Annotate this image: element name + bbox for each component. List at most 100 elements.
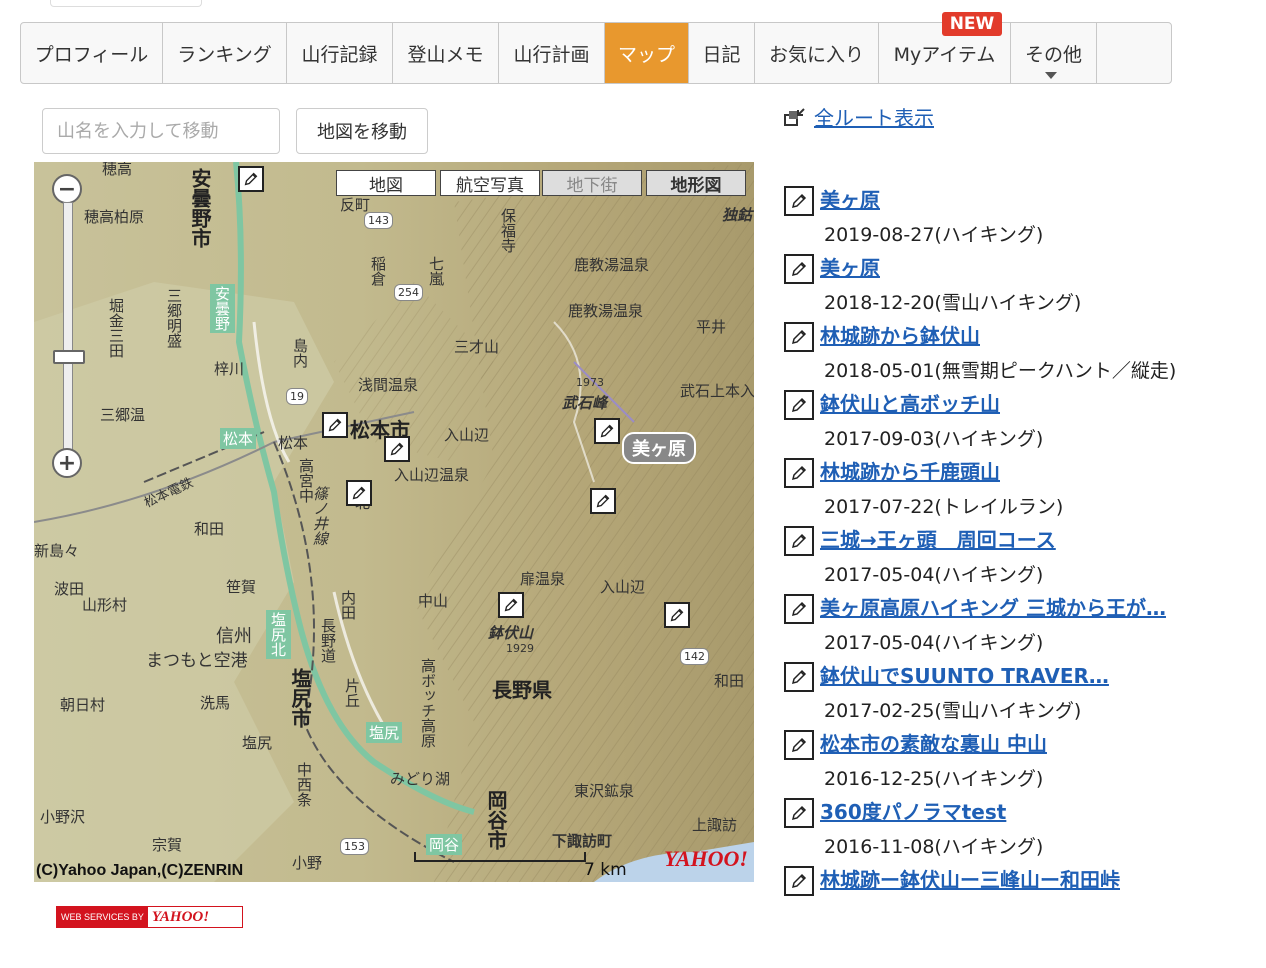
map-scale-bar: [414, 852, 586, 862]
map-label: 塩尻: [242, 734, 273, 752]
map-label: 中山: [418, 592, 449, 610]
all-routes-label: 全ルート表示: [814, 106, 934, 130]
record-title-link[interactable]: 鉢伏山でSUUNTO TRAVER…: [820, 660, 1109, 689]
record-title-link[interactable]: 美ヶ原高原ハイキング 三城から王が…: [820, 592, 1166, 621]
map-label: 保福寺: [499, 208, 517, 253]
map-label: 和田: [714, 672, 745, 690]
maptype-aerial-button[interactable]: 航空写真: [440, 170, 540, 196]
pencil-icon: [784, 186, 814, 216]
record-pin[interactable]: [384, 436, 410, 462]
map-label: 東沢鉱泉: [574, 782, 635, 800]
pencil-icon: [784, 798, 814, 828]
record-item: 360度パノラマtest 2016-11-08(ハイキング): [784, 796, 1244, 864]
move-map-button[interactable]: 地図を移動: [296, 108, 428, 154]
record-pin[interactable]: [322, 412, 348, 438]
route-shield: 143: [364, 212, 393, 229]
all-routes-link[interactable]: 全ルート表示: [784, 102, 934, 131]
maptype-map-button[interactable]: 地図: [336, 170, 436, 196]
mountain-search-input[interactable]: [42, 108, 280, 154]
tab-diary[interactable]: 日記: [689, 23, 755, 83]
map-label: 島内: [291, 338, 309, 368]
map-label: 松本: [278, 434, 309, 452]
map-label: 信州: [216, 626, 252, 647]
map-label: 1973: [576, 376, 604, 389]
record-meta: 2017-07-22(トレイルラン): [824, 496, 1064, 518]
top-stub: [50, 0, 202, 7]
map-label: 松本: [220, 428, 257, 449]
pencil-icon: [784, 866, 814, 896]
pencil-icon: [784, 526, 814, 556]
map-label: 鉢伏山: [488, 624, 534, 642]
record-item: 美ヶ原高原ハイキング 三城から王が… 2017-05-04(ハイキング): [784, 592, 1244, 660]
map-label: 穂高柏原: [84, 208, 145, 226]
tab-ranking[interactable]: ランキング: [163, 23, 287, 83]
tab-plan[interactable]: 山行計画: [499, 23, 605, 83]
maptype-terrain-button[interactable]: 地形図: [646, 170, 746, 196]
map-label: 山形村: [82, 596, 128, 614]
record-title-link[interactable]: 三城→王ヶ頭 周回コース: [820, 524, 1056, 553]
record-meta: 2016-12-25(ハイキング): [824, 768, 1044, 790]
tab-favorites[interactable]: お気に入り: [755, 23, 879, 83]
pencil-icon: [784, 390, 814, 420]
maptype-underground-button[interactable]: 地下街: [542, 170, 642, 196]
record-item: 松本市の素敵な裏山 中山 2016-12-25(ハイキング): [784, 728, 1244, 796]
map-label: 笹賀: [226, 578, 257, 596]
record-pin[interactable]: [238, 166, 264, 192]
map-label: 七嵐: [427, 256, 445, 286]
record-pin[interactable]: [346, 480, 372, 506]
zoom-in-button[interactable]: +: [52, 448, 82, 478]
yahoo-map-logo: YAHOO!: [664, 846, 748, 871]
map-view[interactable]: − + 地図 航空写真 地下街 地形図 穂高 安曇野市 穂高柏原 三郷明盛 堀金…: [34, 162, 754, 882]
map-label: 洗馬: [200, 694, 231, 712]
map-label: 新島々: [34, 542, 80, 560]
record-title-link[interactable]: 鉢伏山と高ボッチ山: [820, 388, 1000, 417]
map-label: 片丘: [343, 678, 361, 708]
record-meta: 2016-11-08(ハイキング): [824, 836, 1044, 858]
zoom-out-button[interactable]: −: [52, 174, 82, 204]
pencil-icon: [670, 608, 684, 622]
map-label: 鹿教湯温泉: [574, 256, 650, 274]
pencil-icon: [504, 598, 518, 612]
record-title-link[interactable]: 松本市の素敵な裏山 中山: [820, 728, 1047, 757]
map-label: 鹿教湯温泉: [568, 302, 644, 320]
record-title-link[interactable]: 林城跡ー鉢伏山ー三峰山ー和田峠: [820, 864, 1120, 893]
map-label: 岡谷市: [484, 790, 508, 850]
zoom-slider-track[interactable]: [63, 202, 73, 452]
tab-memo[interactable]: 登山メモ: [393, 23, 499, 83]
record-title-link[interactable]: 美ヶ原: [820, 252, 880, 281]
route-shield: 142: [680, 648, 709, 665]
pencil-icon: [784, 662, 814, 692]
map-label: 小野: [292, 854, 323, 872]
map-label: 長野道: [319, 618, 337, 663]
record-meta: 2018-05-01(無雪期ピークハント／縦走): [824, 360, 1177, 382]
record-pin[interactable]: [664, 602, 690, 628]
record-title-link[interactable]: 林城跡から千鹿頭山: [820, 456, 1000, 485]
record-title-link[interactable]: 林城跡から鉢伏山: [820, 320, 980, 349]
tab-records[interactable]: 山行記録: [287, 23, 393, 83]
record-item: 美ヶ原 2019-08-27(ハイキング): [784, 184, 1244, 252]
pencil-icon: [244, 172, 258, 186]
map-label: 独鈷: [722, 206, 753, 224]
record-title-link[interactable]: 360度パノラマtest: [820, 796, 1006, 825]
map-label: 入山辺: [600, 578, 646, 596]
record-list: 美ヶ原 2019-08-27(ハイキング) 美ヶ原 2018-12-20(雪山ハ…: [784, 184, 1244, 932]
route-shield: 19: [286, 388, 308, 405]
tab-map[interactable]: マップ: [605, 23, 689, 83]
record-pin[interactable]: [590, 488, 616, 514]
record-meta: 2017-02-25(雪山ハイキング): [824, 700, 1082, 722]
map-label: みどり湖: [390, 770, 451, 788]
record-pin[interactable]: [594, 418, 620, 444]
map-label: 中西条: [295, 762, 313, 807]
highlighted-place-label: 美ヶ原: [622, 432, 696, 464]
web-services-badge[interactable]: WEB SERVICES BY YAHOO!: [56, 906, 243, 928]
map-label: 上諏訪: [692, 816, 738, 834]
record-item: 林城跡から千鹿頭山 2017-07-22(トレイルラン): [784, 456, 1244, 524]
zoom-slider-knob[interactable]: [53, 350, 85, 364]
record-pin[interactable]: [498, 592, 524, 618]
map-label: 高ボッチ高原: [419, 658, 437, 748]
pencil-icon: [596, 494, 610, 508]
web-services-label: WEB SERVICES BY: [57, 907, 148, 927]
map-label: 武石峰: [562, 394, 608, 412]
record-title-link[interactable]: 美ヶ原: [820, 184, 880, 213]
tab-profile[interactable]: プロフィール: [21, 23, 163, 83]
